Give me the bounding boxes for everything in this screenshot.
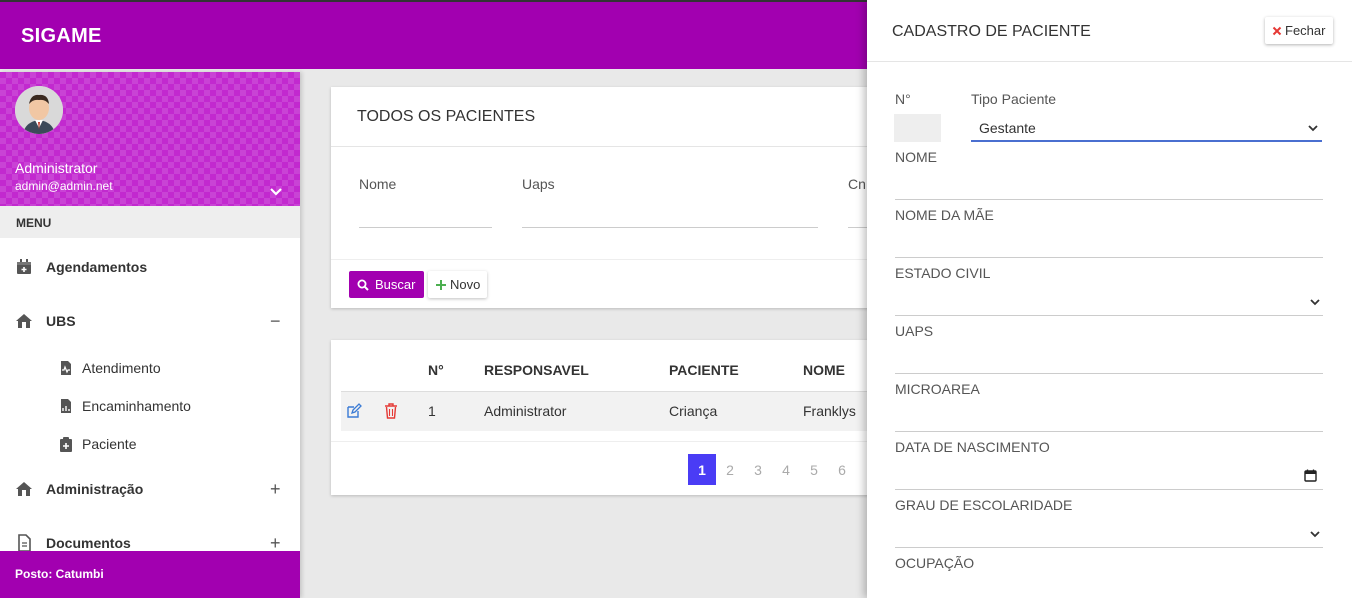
sidebar-item-ubs[interactable]: UBS − [0,303,300,339]
patient-form-panel: CADASTRO DE PACIENTE Fechar N° Tipo Paci… [867,0,1352,598]
new-button[interactable]: Novo [428,271,487,298]
microarea-label: MICROAREA [895,381,980,397]
divider [867,61,1352,62]
user-name: Administrator [15,160,98,176]
chevron-down-icon[interactable] [1310,530,1320,538]
chevron-down-icon[interactable] [268,186,284,198]
close-button-label: Fechar [1285,23,1326,38]
search-icon [357,279,369,291]
column-header-paciente: PACIENTE [669,362,739,378]
nome-filter-label: Nome [359,176,397,192]
new-button-label: Novo [450,277,481,292]
uaps-label: UAPS [895,323,934,339]
page-2[interactable]: 2 [716,454,744,485]
home-icon [16,314,32,328]
microarea-input[interactable] [895,431,1323,432]
n-field [894,114,941,142]
chevron-down-icon [1308,125,1318,132]
grau-escolaridade-select[interactable] [895,547,1323,548]
home-icon [16,482,32,496]
nome-input[interactable] [895,199,1323,200]
column-header-responsavel: RESPONSAVEL [484,362,589,378]
plus-icon [436,279,446,290]
column-header-n: N° [428,362,444,378]
page-4[interactable]: 4 [772,454,800,485]
avatar [15,86,63,134]
nome-filter-input[interactable] [359,227,492,228]
close-icon [1272,26,1282,35]
patients-table-card: N° RESPONSAVEL PACIENTE NOME 1 Administr… [331,340,901,495]
sidebar-subitem-label: Atendimento [82,360,161,376]
chevron-down-icon[interactable] [1310,298,1320,306]
tipo-paciente-select[interactable]: Gestante [971,114,1322,142]
cell-responsavel: Administrator [484,403,567,419]
file-chart-icon [61,399,71,413]
grau-escolaridade-label: GRAU DE ESCOLARIDADE [895,497,1073,513]
posto-footer: Posto: Catumbi [0,551,300,598]
sidebar-item-label: UBS [46,313,76,329]
collapse-icon[interactable]: − [270,311,281,332]
edit-icon[interactable] [346,403,362,419]
cn-filter-label: Cn [848,176,866,192]
uaps-filter-input[interactable] [522,227,818,228]
sidebar-subitem-label: Paciente [82,436,137,452]
calendar-plus-icon [17,259,31,274]
column-header-nome: NOME [803,362,845,378]
panel-title: CADASTRO DE PACIENTE [892,23,1091,40]
estado-civil-label: ESTADO CIVIL [895,265,991,281]
data-nascimento-label: DATA DE NASCIMENTO [895,439,1050,455]
divider [331,146,891,147]
sidebar-item-label: Documentos [46,535,131,551]
cell-paciente: Criança [669,403,718,419]
tipo-paciente-label: Tipo Paciente [971,91,1057,107]
sidebar-item-agendamentos[interactable]: Agendamentos [0,249,300,285]
data-nascimento-input[interactable] [895,489,1323,490]
search-button[interactable]: Buscar [349,271,424,298]
user-email: admin@admin.net [15,179,113,193]
estado-civil-select[interactable] [895,315,1323,316]
calendar-icon[interactable] [1304,469,1317,482]
tipo-paciente-value: Gestante [979,120,1036,136]
uaps-filter-label: Uaps [522,176,555,192]
page-1[interactable]: 1 [688,454,716,485]
clipboard-plus-icon [60,437,72,452]
search-card: TODOS OS PACIENTES Nome Uaps Cn Buscar N… [331,87,891,308]
uaps-input[interactable] [895,373,1323,374]
page-6[interactable]: 6 [828,454,856,485]
divider [331,259,891,260]
search-button-label: Buscar [375,277,416,292]
divider [331,441,891,442]
n-label: N° [895,91,911,107]
menu-header: MENU [0,206,300,238]
ocupacao-label: OCUPAÇÃO [895,555,975,571]
sidebar-subitem-encaminhamento[interactable]: Encaminhamento [0,391,300,421]
card-title: TODOS OS PACIENTES [357,108,536,125]
close-button[interactable]: Fechar [1265,17,1333,44]
brand-title[interactable]: SIGAME [21,25,102,48]
sidebar: Administrator admin@admin.net MENU Agend… [0,72,300,598]
sidebar-item-label: Agendamentos [46,259,148,275]
sidebar-subitem-label: Encaminhamento [82,398,191,414]
nome-mae-label: NOME DA MÃE [895,207,994,223]
cell-n: 1 [428,403,436,419]
sidebar-subitem-atendimento[interactable]: Atendimento [0,353,300,383]
file-icon [18,534,31,552]
expand-icon[interactable]: + [270,479,281,500]
nome-mae-input[interactable] [895,257,1323,258]
cell-nome: Franklys [803,403,856,419]
trash-icon[interactable] [384,403,398,419]
user-info: Administrator admin@admin.net [0,72,300,206]
sidebar-item-label: Administração [46,481,144,497]
nome-label: NOME [895,149,937,165]
sidebar-subitem-paciente[interactable]: Paciente [0,429,300,459]
sidebar-item-administracao[interactable]: Administração + [0,471,300,507]
file-medical-icon [61,361,71,375]
page-3[interactable]: 3 [744,454,772,485]
page-5[interactable]: 5 [800,454,828,485]
